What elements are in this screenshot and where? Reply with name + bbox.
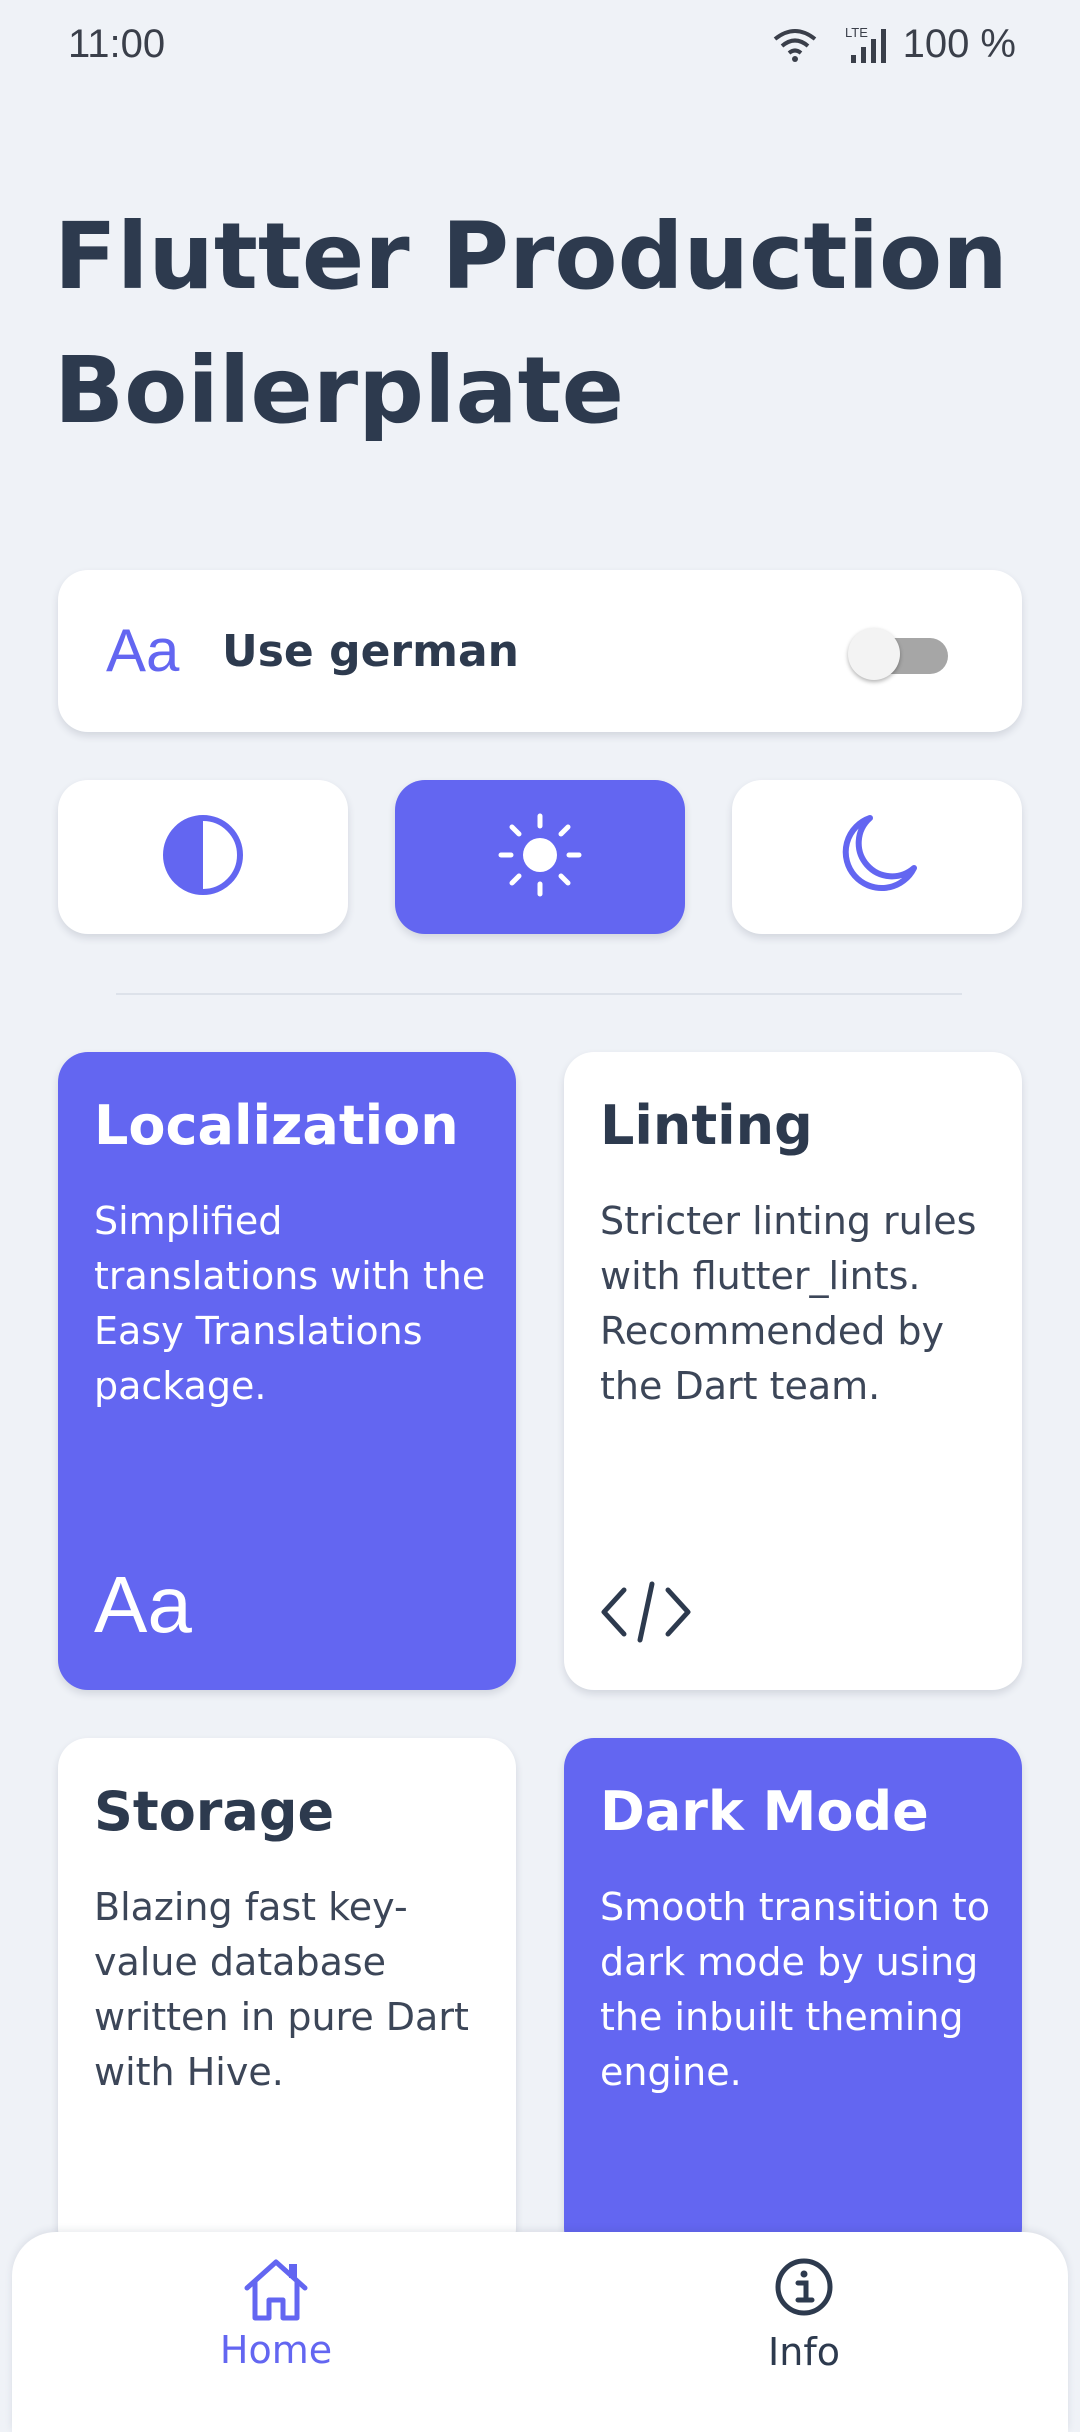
feature-card-linting: Linting Stricter linting rules with flut… [564,1052,1022,1690]
language-toggle[interactable] [834,626,954,680]
feature-title: Localization [94,1094,459,1157]
status-icons: LTE 100 % [773,22,1016,67]
translate-icon: Aa [94,1560,192,1649]
theme-dark-button[interactable] [732,780,1022,934]
signal-icon: LTE [831,25,889,65]
battery-text: 100 % [902,22,1016,66]
feature-card-localization: Localization Simplified translations wit… [58,1052,516,1690]
moon-icon [834,812,920,902]
wifi-icon [773,27,817,63]
toggle-thumb [848,628,900,680]
feature-description: Simplified translations with the Easy Tr… [94,1199,486,1408]
info-icon [684,2256,924,2318]
feature-description: Blazing fast key-value database written … [94,1885,469,2094]
sun-icon [497,812,583,902]
theme-light-button[interactable] [395,780,685,934]
feature-card-storage: Storage Blazing fast key-value database … [58,1738,516,2258]
contrast-icon [161,813,245,901]
nav-label-home: Home [219,2328,333,2372]
feature-title: Linting [600,1094,813,1157]
page-title: Flutter Production Boilerplate [54,203,1008,444]
home-icon [156,2256,396,2322]
nav-item-info[interactable]: Info [684,2256,924,2386]
code-icon [600,1580,692,1648]
language-setting-label: Use german [222,626,519,677]
feature-description: Smooth transition to dark mode by using … [600,1885,990,2094]
bottom-navigation-bar: Home Info [12,2232,1068,2432]
feature-card-dark-mode: Dark Mode Smooth transition to dark mode… [564,1738,1022,2258]
translate-icon: Aa [106,617,180,684]
status-time: 11:00 [68,22,166,66]
theme-system-button[interactable] [58,780,348,934]
status-bar: 11:00 LTE 100 % [0,0,1080,90]
feature-title: Dark Mode [600,1780,929,1843]
feature-description: Stricter linting rules with flutter_lint… [600,1199,977,1408]
language-setting-card[interactable]: Aa Use german [58,570,1022,732]
nav-label-info: Info [768,2330,840,2374]
svg-text:LTE: LTE [845,25,868,40]
feature-title: Storage [94,1780,335,1843]
nav-item-home[interactable]: Home [156,2256,396,2386]
divider [116,993,962,995]
